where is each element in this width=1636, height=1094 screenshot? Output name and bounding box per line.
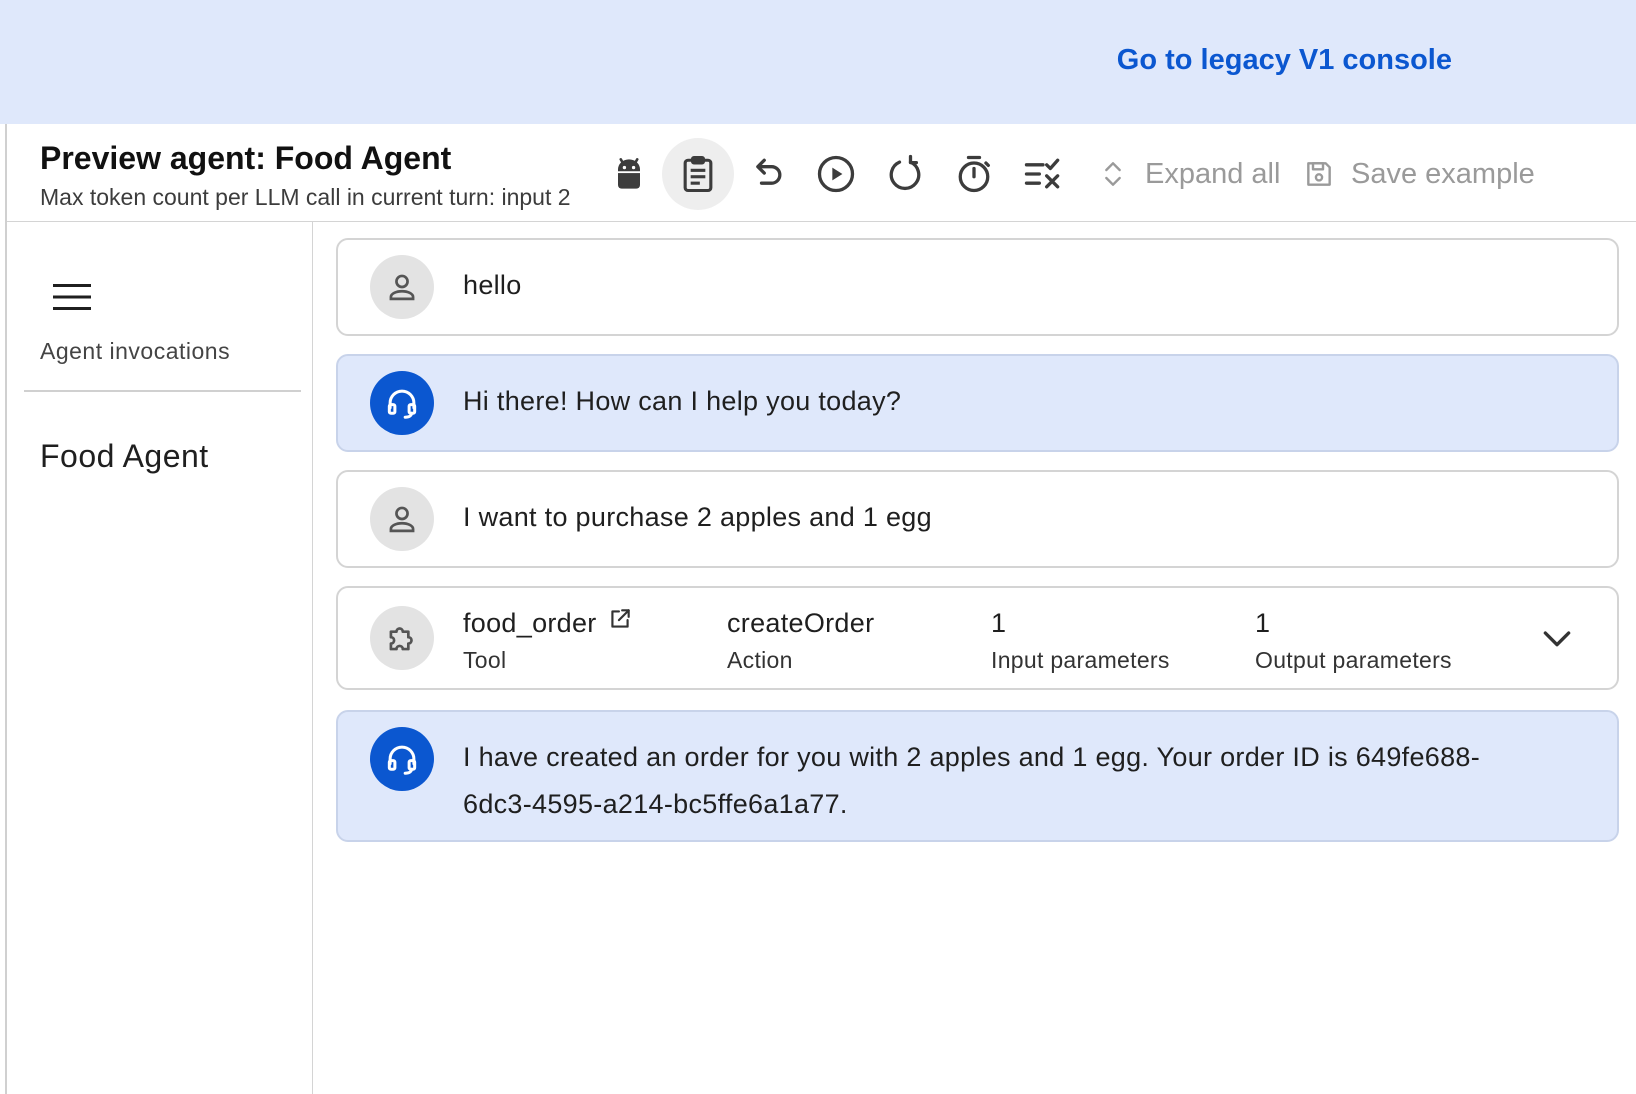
clear-list-icon — [1024, 158, 1060, 189]
message-text: Hi there! How can I help you today? — [463, 386, 902, 416]
play-icon — [817, 155, 855, 193]
person-icon — [389, 274, 415, 301]
android-icon — [618, 158, 640, 189]
input-params-count: 1 — [991, 608, 1007, 638]
open-in-new-icon[interactable] — [607, 606, 633, 632]
message-text: I want to purchase 2 apples and 1 egg — [463, 502, 932, 532]
debug-button[interactable] — [593, 138, 665, 210]
sidebar-divider — [24, 390, 301, 392]
message-text: hello — [463, 270, 522, 300]
message-text: I have created an order for you with 2 a… — [463, 734, 1480, 828]
clear-button[interactable] — [1007, 138, 1079, 210]
menu-button[interactable] — [47, 272, 97, 322]
message-line: 6dc3-4595-a214-bc5ffe6a1a77. — [463, 789, 848, 819]
agent-avatar — [370, 727, 434, 791]
tool-name: food_order — [463, 608, 597, 638]
timer-button[interactable] — [938, 138, 1010, 210]
tool-avatar — [370, 606, 434, 670]
action-label: Action — [727, 647, 793, 673]
tool-call-card[interactable]: food_order Tool createOrder Action 1 Inp… — [336, 586, 1619, 690]
user-message: hello — [336, 238, 1619, 336]
sidebar: Agent invocations Food Agent — [7, 222, 313, 1094]
action-name: createOrder — [727, 608, 875, 638]
input-params-label: Input parameters — [991, 647, 1170, 673]
preview-header: Preview agent: Food Agent Max token coun… — [7, 124, 1636, 222]
save-example-button[interactable]: Save example — [1303, 144, 1535, 204]
output-params-count: 1 — [1255, 608, 1271, 638]
expand-icon — [1105, 162, 1121, 186]
output-params-label: Output parameters — [1255, 647, 1452, 673]
token-count-subtitle: Max token count per LLM call in current … — [40, 184, 571, 210]
headset-icon — [387, 745, 417, 775]
tool-column: food_order Tool — [463, 608, 633, 674]
puzzle-icon — [389, 627, 413, 651]
reset-icon — [889, 154, 921, 191]
page-title: Preview agent: Food Agent — [40, 140, 452, 176]
chevron-down-icon[interactable] — [1537, 618, 1577, 658]
clipboard-button[interactable] — [662, 138, 734, 210]
preview-panel: Preview agent: Food Agent Max token coun… — [5, 124, 1636, 1094]
timer-icon — [958, 155, 990, 193]
action-column: createOrder Action — [727, 608, 874, 674]
menu-icon — [53, 284, 91, 310]
input-params-column: 1 Input parameters — [991, 608, 1170, 674]
user-message: I want to purchase 2 apples and 1 egg — [336, 470, 1619, 568]
reset-button[interactable] — [869, 138, 941, 210]
agent-avatar — [370, 371, 434, 435]
user-avatar — [370, 255, 434, 319]
top-banner: Go to legacy V1 console — [0, 0, 1636, 124]
undo-icon — [756, 158, 782, 185]
headset-icon — [387, 389, 417, 419]
legacy-console-link[interactable]: Go to legacy V1 console — [1117, 44, 1452, 77]
agent-invocations-label: Agent invocations — [40, 338, 231, 364]
message-line: I have created an order for you with 2 a… — [463, 742, 1481, 772]
user-avatar — [370, 487, 434, 551]
run-button[interactable] — [800, 138, 872, 210]
agent-message: I have created an order for you with 2 a… — [336, 710, 1619, 842]
output-params-column: 1 Output parameters — [1255, 608, 1452, 674]
save-example-label: Save example — [1351, 157, 1535, 190]
expand-all-label: Expand all — [1145, 157, 1281, 190]
sidebar-item-food-agent[interactable]: Food Agent — [40, 438, 209, 475]
undo-button[interactable] — [731, 138, 803, 210]
clipboard-icon — [683, 155, 713, 193]
save-icon — [1307, 162, 1331, 186]
agent-message: Hi there! How can I help you today? — [336, 354, 1619, 452]
expand-all-button[interactable]: Expand all — [1097, 144, 1280, 204]
person-icon — [389, 506, 415, 533]
tool-label: Tool — [463, 647, 507, 673]
